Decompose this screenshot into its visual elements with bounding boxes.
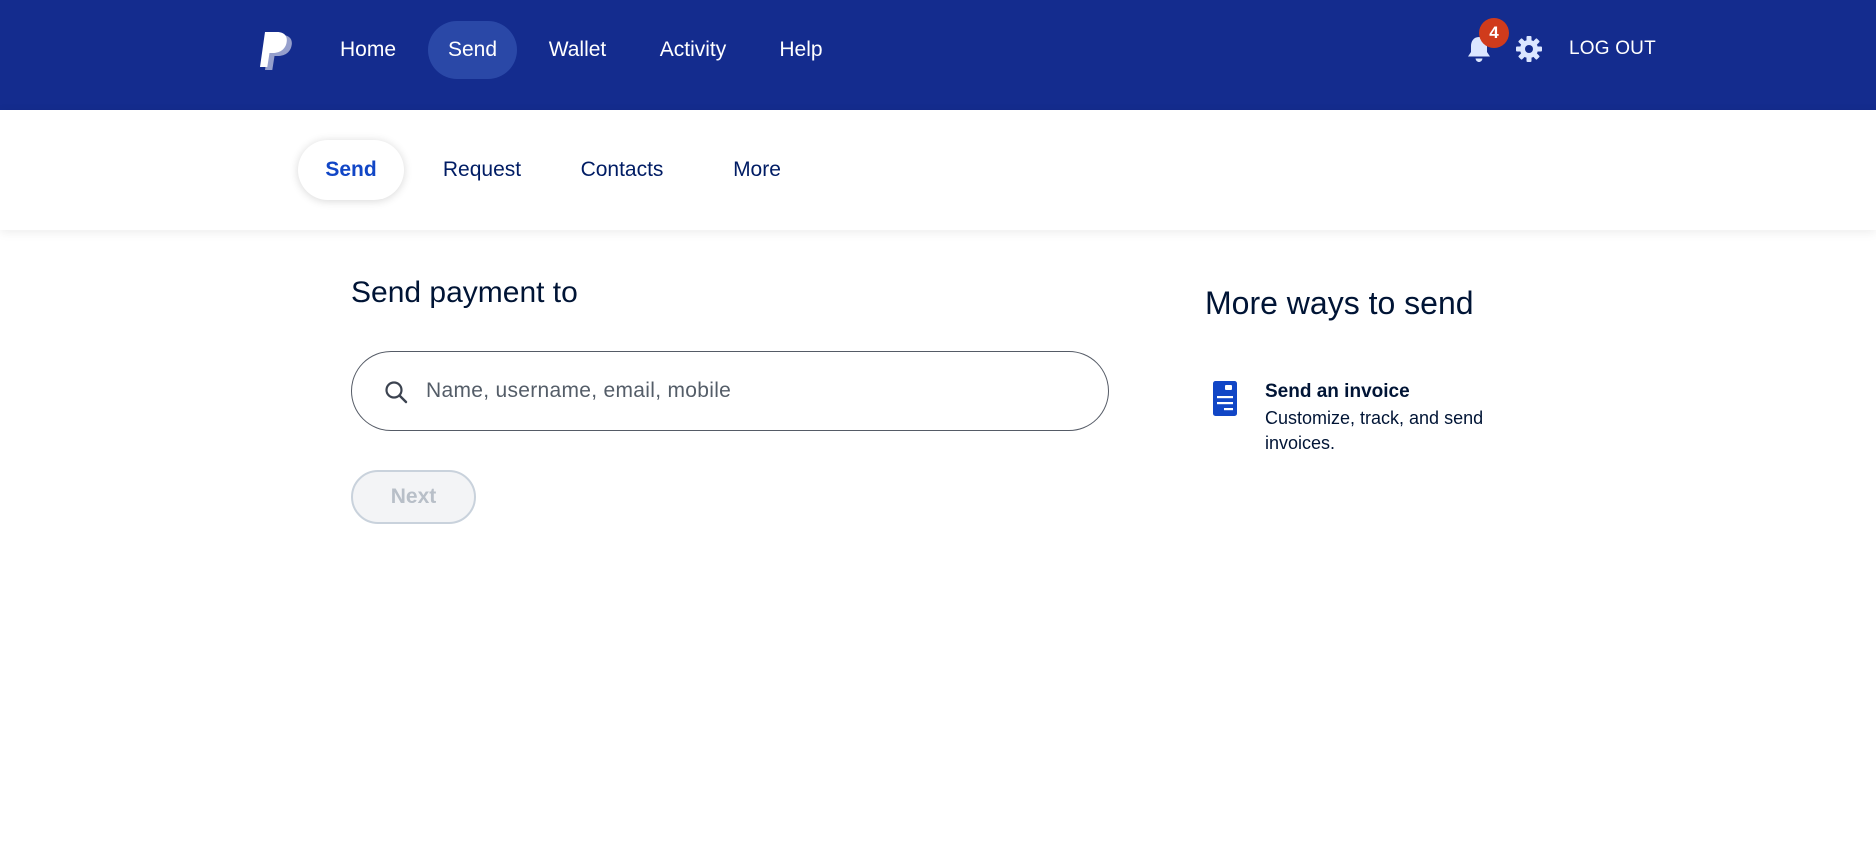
sub-nav-bar: Send Request Contacts More — [0, 110, 1876, 230]
nav-help[interactable]: Help — [765, 21, 837, 79]
nav-send[interactable]: Send — [428, 21, 517, 79]
top-nav-bar: Home Send Wallet Activity Help 4 LOG OUT — [0, 0, 1876, 110]
send-invoice-description: Customize, track, and send invoices. — [1265, 408, 1484, 453]
subnav-send[interactable]: Send — [298, 140, 404, 200]
recipient-search-field[interactable] — [351, 351, 1109, 431]
recipient-search-input[interactable] — [426, 366, 1076, 416]
more-ways-heading: More ways to send — [1205, 285, 1474, 321]
notification-badge: 4 — [1479, 18, 1509, 48]
nav-wallet[interactable]: Wallet — [534, 21, 621, 79]
page-title: Send payment to — [351, 276, 578, 309]
subnav-contacts[interactable]: Contacts — [566, 140, 678, 200]
subnav-request[interactable]: Request — [430, 140, 534, 200]
nav-activity[interactable]: Activity — [645, 21, 741, 79]
invoice-icon — [1213, 381, 1237, 416]
send-invoice-link[interactable]: Send an invoice — [1265, 381, 1410, 403]
subnav-more[interactable]: More — [716, 140, 798, 200]
paypal-logo[interactable] — [258, 31, 292, 71]
nav-home[interactable]: Home — [323, 21, 413, 79]
gear-icon[interactable] — [1515, 35, 1543, 63]
logout-link[interactable]: LOG OUT — [1569, 38, 1656, 60]
next-button[interactable]: Next — [351, 470, 476, 524]
search-icon — [385, 381, 408, 404]
